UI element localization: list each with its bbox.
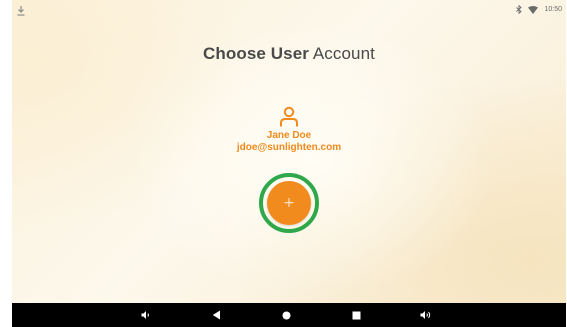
recents-icon[interactable] — [349, 309, 363, 321]
user-account-item[interactable]: Jane Doe jdoe@sunlighten.com — [12, 106, 566, 154]
volume-up-icon[interactable] — [419, 309, 433, 321]
home-icon[interactable] — [279, 309, 293, 321]
status-bar: 10:50 — [12, 0, 566, 22]
navigation-bar — [12, 303, 566, 327]
back-icon[interactable] — [209, 309, 223, 321]
page-title: Choose User Account — [12, 44, 566, 64]
volume-down-icon[interactable] — [139, 309, 153, 321]
status-icons: 10:50 — [516, 5, 562, 14]
add-account-button[interactable]: + — [267, 181, 311, 225]
account-name: Jane Doe — [266, 130, 312, 141]
app-screen: 10:50 Choose User Account Jane Doe jdoe@… — [12, 0, 566, 303]
plus-icon: + — [283, 195, 295, 211]
page-title-bold: Choose User — [203, 44, 309, 63]
wifi-icon — [528, 5, 539, 14]
add-account-highlight-ring: + — [259, 173, 319, 233]
page-title-rest: Account — [308, 44, 375, 63]
bluetooth-icon — [516, 5, 523, 14]
account-email: jdoe@sunlighten.com — [236, 142, 342, 153]
user-icon — [12, 106, 566, 128]
download-icon — [16, 4, 26, 16]
status-time: 10:50 — [544, 6, 562, 13]
